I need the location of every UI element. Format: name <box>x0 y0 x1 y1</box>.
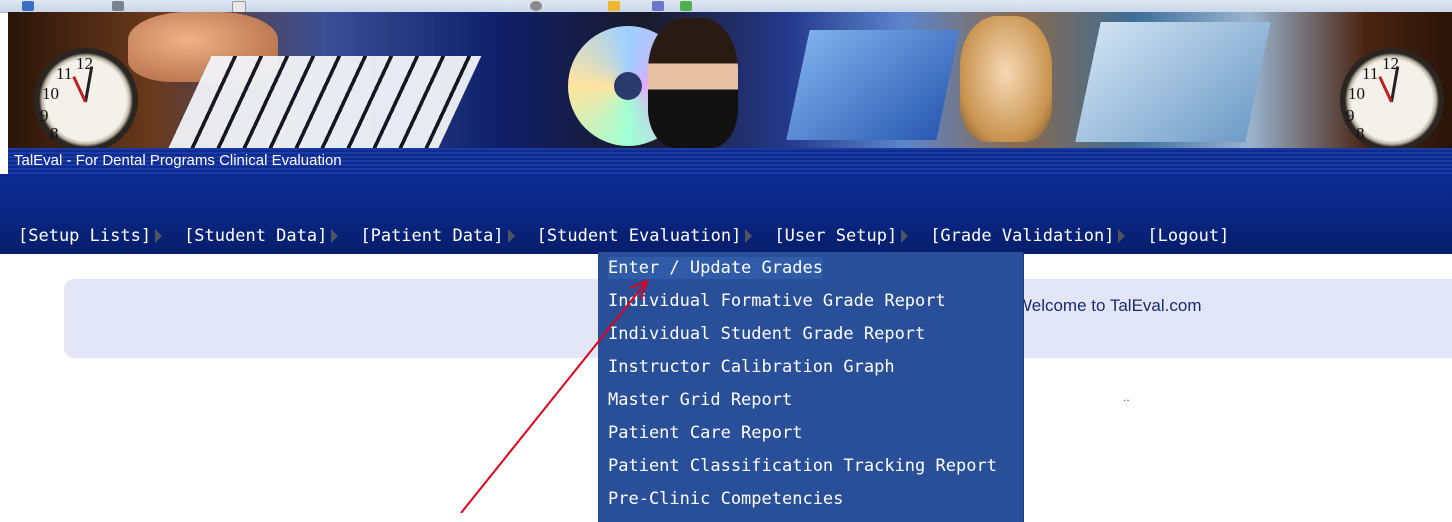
menu-item-instructor-calibration-graph[interactable]: Instructor Calibration Graph <box>608 356 895 378</box>
nav-label: [Patient Data] <box>360 226 504 246</box>
woman-image <box>648 18 738 148</box>
menu-item-patient-care-report[interactable]: Patient Care Report <box>608 422 802 444</box>
clock-number: 8 <box>1356 124 1365 143</box>
student-evaluation-dropdown: Enter / Update Grades Individual Formati… <box>598 252 1023 522</box>
nav-label: [Student Evaluation] <box>536 226 742 246</box>
clock-number: 11 <box>1362 64 1379 83</box>
keyboard-image <box>164 56 482 148</box>
help-icon[interactable] <box>530 1 542 11</box>
nav-logout[interactable]: [Logout] <box>1147 226 1229 246</box>
translate-icon[interactable] <box>680 1 692 11</box>
nav-patient-data[interactable]: [Patient Data] <box>360 226 536 246</box>
nav-setup-lists[interactable]: [Setup Lists] <box>18 226 184 246</box>
screen-image <box>786 30 960 140</box>
research-icon[interactable] <box>652 1 664 11</box>
nav-user-setup[interactable]: [User Setup] <box>774 226 930 246</box>
feeds-icon[interactable] <box>112 1 124 11</box>
nav-student-evaluation[interactable]: [Student Evaluation] <box>537 226 775 246</box>
favorites-icon[interactable] <box>608 1 620 11</box>
menu-item-patient-classification-tracking-report[interactable]: Patient Classification Tracking Report <box>608 455 997 477</box>
nav-label: [Grade Validation] <box>930 226 1115 246</box>
menu-item-individual-formative-grade-report[interactable]: Individual Formative Grade Report <box>608 290 946 312</box>
nav-menu: [Setup Lists] [Student Data] [Patient Da… <box>18 226 1229 246</box>
clock-number: 9 <box>40 106 49 125</box>
submenu-arrow-icon <box>901 229 909 243</box>
clock-number: 10 <box>42 84 59 103</box>
nav-label: [Setup Lists] <box>18 226 152 246</box>
submenu-arrow-icon <box>1118 229 1126 243</box>
submenu-arrow-icon <box>331 229 339 243</box>
app-title: TalEval - For Dental Programs Clinical E… <box>8 148 1452 174</box>
submenu-arrow-icon <box>745 229 753 243</box>
nav-label: [User Setup] <box>774 226 898 246</box>
nav-grade-validation[interactable]: [Grade Validation] <box>930 226 1147 246</box>
headset-woman-image <box>960 16 1052 142</box>
home-icon[interactable] <box>22 1 34 11</box>
header-banner-image: 12 11 10 9 8 12 11 10 9 8 <box>8 12 1452 148</box>
nav-label: [Logout] <box>1147 226 1230 246</box>
submenu-arrow-icon <box>155 229 163 243</box>
submenu-arrow-icon <box>507 229 515 243</box>
main-navbar: [Setup Lists] [Student Data] [Patient Da… <box>0 174 1452 254</box>
status-dots: .. <box>1123 390 1130 404</box>
nav-label: [Student Data] <box>184 226 328 246</box>
clock-number: 9 <box>1346 106 1355 125</box>
menu-item-enter-update-grades[interactable]: Enter / Update Grades <box>608 257 823 279</box>
office-image <box>1075 22 1271 142</box>
clock-image-left: 12 11 10 9 8 <box>34 48 138 148</box>
menu-item-individual-student-grade-report[interactable]: Individual Student Grade Report <box>608 323 925 345</box>
welcome-message: Welcome to TalEval.com <box>1016 296 1202 315</box>
menu-item-master-grid-report[interactable]: Master Grid Report <box>608 389 792 411</box>
clock-image-right: 12 11 10 9 8 <box>1340 48 1444 148</box>
clock-number: 8 <box>50 124 59 143</box>
clock-number: 10 <box>1348 84 1365 103</box>
menu-item-pre-clinic-competencies[interactable]: Pre-Clinic Competencies <box>608 488 843 510</box>
clock-number: 11 <box>56 64 73 83</box>
nav-student-data[interactable]: [Student Data] <box>184 226 360 246</box>
